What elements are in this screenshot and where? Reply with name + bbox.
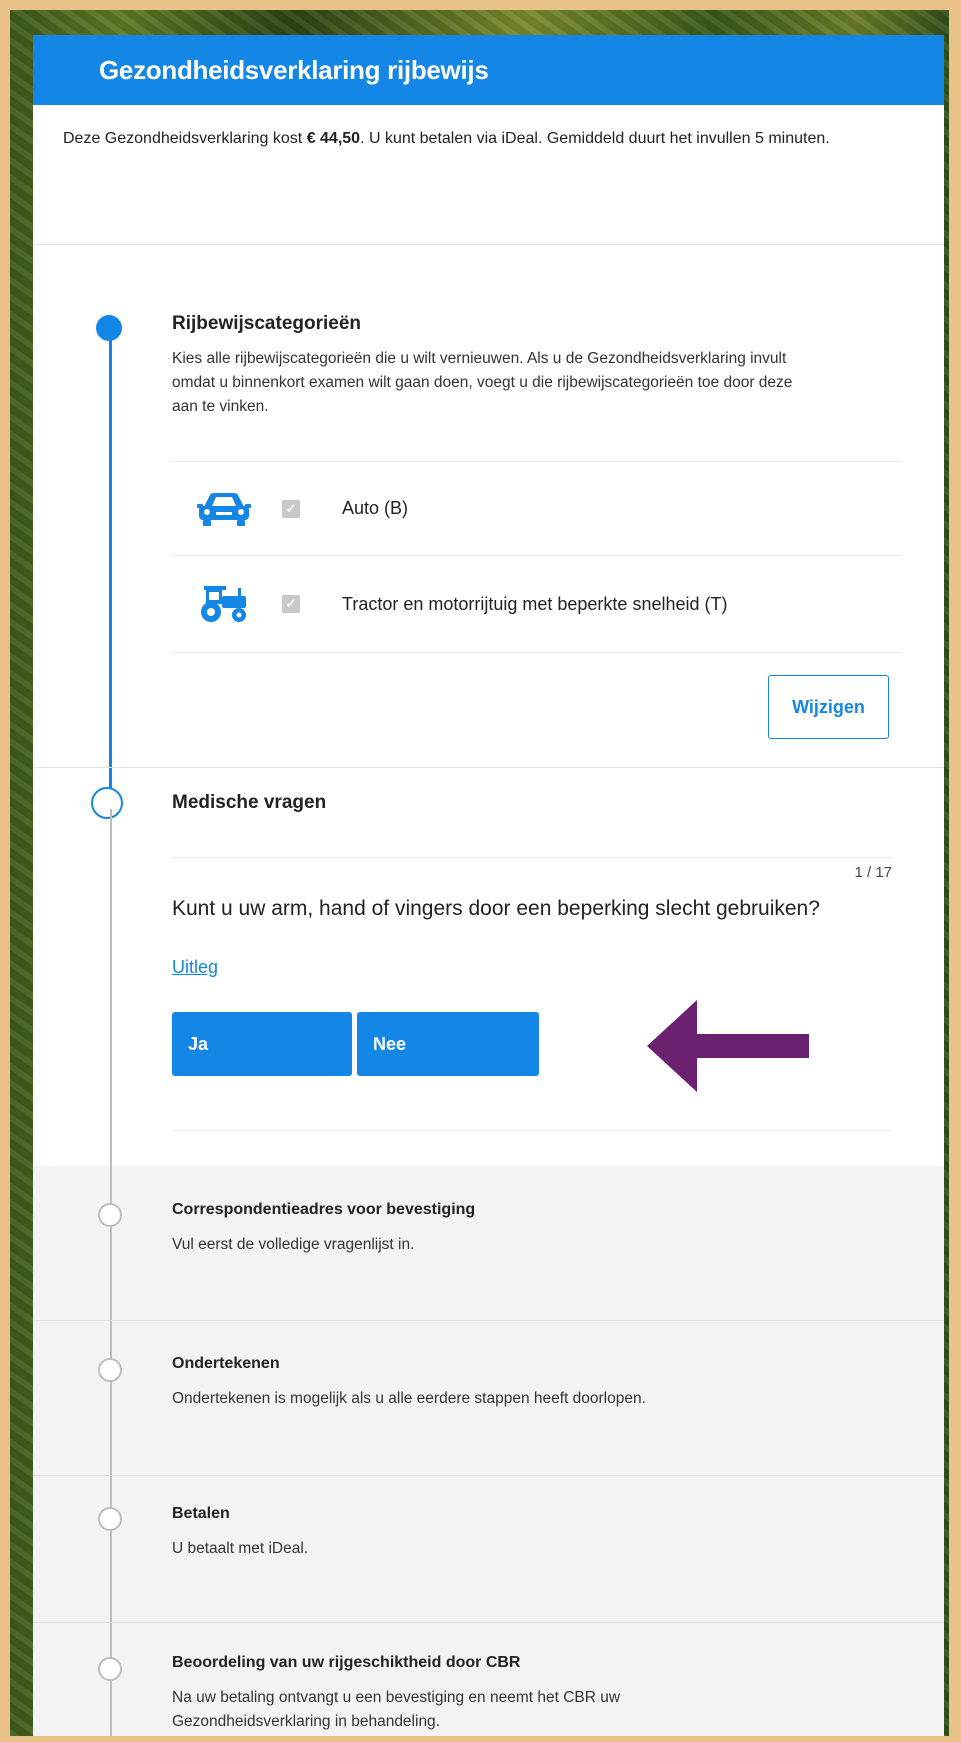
page-title: Gezondheidsverklaring rijbewijs [99,54,489,85]
step-sign-title: Ondertekenen [172,1355,280,1372]
category-label-auto: Auto (B) [342,498,409,518]
intro-text-end: . U kunt betalen via iDeal. Gemiddeld du… [360,130,830,147]
price: € 44,50 [306,130,361,147]
category-row-auto: ✓ Auto (B) [172,461,902,555]
step-address-title: Correspondentieadres voor bevestiging [172,1201,476,1218]
step-pending-dot [98,1657,122,1681]
question-divider [172,857,892,858]
step-pay: Betalen U betaalt met iDeal. [172,1505,792,1561]
left-arrow-icon [647,1000,809,1092]
step-pay-title: Betalen [172,1505,230,1522]
question-counter: 1 / 17 [854,864,892,881]
page-header: Gezondheidsverklaring rijbewijs [33,35,944,105]
step-cbr: Beoordeling van uw rijgeschiktheid door … [172,1654,752,1734]
step-pending-dot [98,1358,122,1382]
step-cbr-description: Na uw betaling ontvangt u een bevestigin… [172,1689,621,1730]
step-address: Correspondentieadres voor bevestiging Vu… [172,1201,792,1257]
question-text: Kunt u uw arm, hand of vingers door een … [172,897,820,920]
tractor-checkbox[interactable]: ✓ [282,595,300,613]
categories-step-title: Rijbewijscategorieën [172,313,362,334]
step-pending-dot [98,1203,122,1227]
answer-divider [172,1130,892,1131]
category-row-tractor: ✓ Tractor en motorrijtuig met beperkte s… [172,555,902,653]
step-active-dot [91,787,123,819]
step-divider [33,1475,944,1476]
medical-step-title: Medische vragen [172,792,327,813]
step-divider [33,1622,944,1623]
no-button[interactable]: Nee [357,1012,539,1076]
tractor-icon [201,586,246,622]
car-icon [197,492,251,526]
step-complete-dot [96,315,122,341]
section-divider [33,767,944,768]
step-sign: Ondertekenen Ondertekenen is mogelijk al… [172,1355,792,1411]
auto-checkbox[interactable]: ✓ [282,499,300,518]
medical-step: Medische vragen [172,792,944,814]
intro-text-start: Deze Gezondheidsverklaring kost [63,130,307,147]
step-cbr-title: Beoordeling van uw rijgeschiktheid door … [172,1654,521,1671]
form-card: Gezondheidsverklaring rijbewijs Deze Gez… [33,35,944,1736]
yes-button[interactable]: Ja [172,1012,352,1076]
step-address-description: Vul eerst de volledige vragenlijst in. [172,1236,415,1253]
background-photo: Gezondheidsverklaring rijbewijs Deze Gez… [10,10,949,1736]
categories-step-description: Kies alle rijbewijscategorieën die u wil… [172,350,793,415]
explain-link[interactable]: Uitleg [172,957,218,978]
timeline-pending-line-overlay [110,809,112,1736]
step-sign-description: Ondertekenen is mogelijk als u alle eerd… [172,1390,646,1407]
change-categories-button[interactable]: Wijzigen [768,675,889,739]
category-list: ✓ Auto (B) ✓ Tractor en motorrijtuig met… [172,461,902,653]
step-pending-dot [98,1507,122,1531]
step-pay-description: U betaalt met iDeal. [172,1540,309,1557]
timeline-progress-line [109,324,112,796]
category-label-tractor: Tractor en motorrijtuig met beperkte sne… [342,593,728,614]
intro-text: Deze Gezondheidsverklaring kost € 44,50.… [33,105,944,245]
step-divider [33,1320,944,1321]
categories-step: Rijbewijscategorieën Kies alle rijbewijs… [172,313,944,419]
